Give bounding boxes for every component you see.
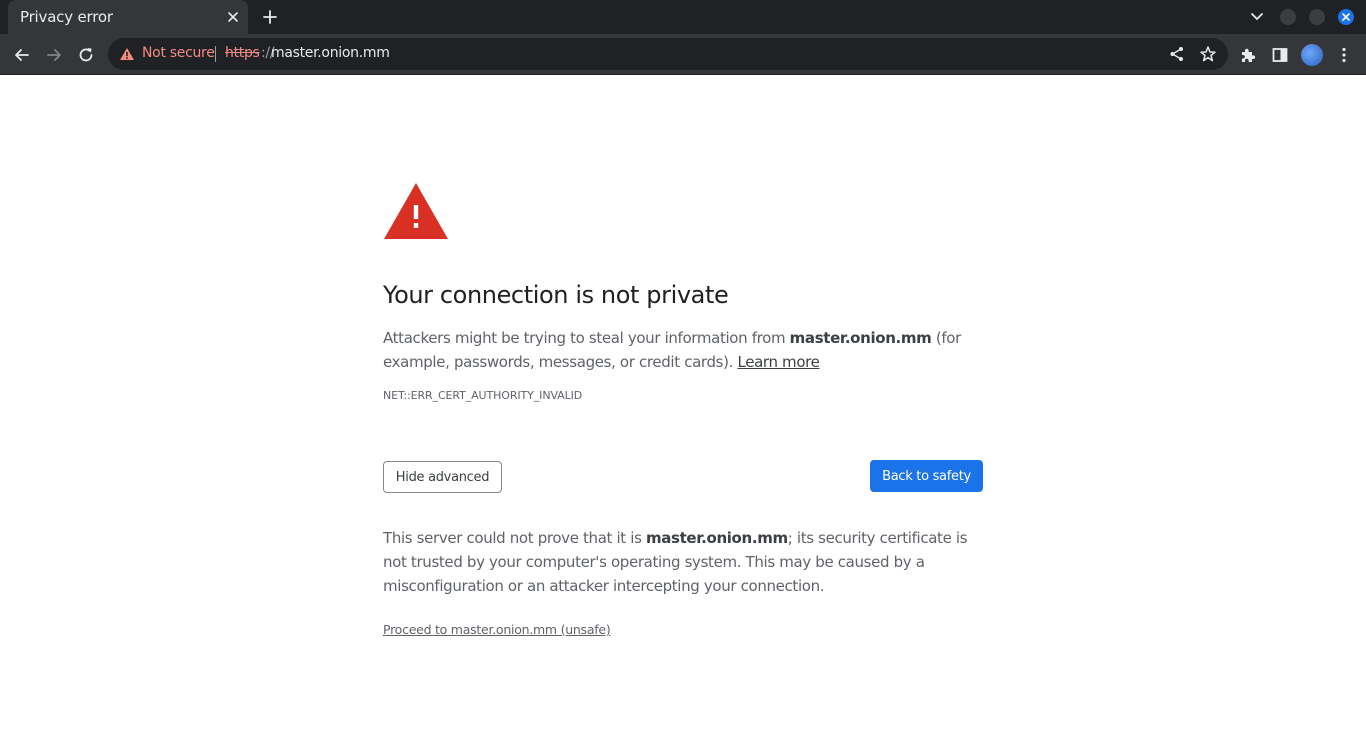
- address-bar[interactable]: Not secure https :// master.onion.mm: [108, 38, 1228, 70]
- warning-icon: [384, 183, 448, 239]
- window-close-icon[interactable]: [1338, 9, 1354, 25]
- star-icon[interactable]: [1199, 45, 1217, 63]
- maximize-button[interactable]: [1309, 9, 1325, 25]
- back-to-safety-button[interactable]: Back to safety: [870, 460, 983, 492]
- proceed-unsafe-link[interactable]: Proceed to master.onion.mm (unsafe): [383, 622, 611, 637]
- error-code: NET::ERR_CERT_AUTHORITY_INVALID: [383, 389, 583, 402]
- forward-arrow-icon[interactable]: [45, 46, 63, 64]
- close-icon[interactable]: [226, 10, 240, 24]
- details-text: This server could not prove that it is: [383, 529, 646, 547]
- tab-privacy-error[interactable]: Privacy error: [8, 0, 248, 34]
- explanation-host: master.onion.mm: [789, 329, 932, 347]
- avatar[interactable]: [1301, 44, 1323, 66]
- reload-icon[interactable]: [77, 46, 95, 64]
- browser-toolbar: Not secure https :// master.onion.mm: [0, 34, 1366, 75]
- learn-more-link[interactable]: Learn more: [737, 353, 819, 371]
- tab-title: Privacy error: [20, 8, 113, 26]
- side-panel-icon[interactable]: [1271, 46, 1289, 64]
- back-arrow-icon[interactable]: [13, 46, 31, 64]
- omnibox-divider: [215, 46, 216, 62]
- page-title: Your connection is not private: [383, 281, 729, 309]
- share-icon[interactable]: [1168, 45, 1186, 63]
- warning-icon[interactable]: [119, 47, 135, 61]
- explanation-paragraph: Attackers might be trying to steal your …: [383, 326, 983, 374]
- kebab-menu-icon[interactable]: [1335, 46, 1353, 64]
- url-host: master.onion.mm: [271, 45, 390, 61]
- tab-strip: Privacy error: [0, 0, 1366, 34]
- minimize-button[interactable]: [1280, 9, 1296, 25]
- url-scheme: https: [225, 45, 260, 61]
- explanation-text: Attackers might be trying to steal your …: [383, 329, 790, 347]
- extensions-icon[interactable]: [1239, 46, 1257, 64]
- details-host: master.onion.mm: [645, 529, 788, 547]
- plus-icon[interactable]: [262, 9, 278, 25]
- security-status-label[interactable]: Not secure: [142, 45, 215, 61]
- chevron-down-icon[interactable]: [1250, 11, 1264, 23]
- details-paragraph: This server could not prove that it is m…: [383, 526, 983, 598]
- hide-advanced-button[interactable]: Hide advanced: [383, 461, 502, 493]
